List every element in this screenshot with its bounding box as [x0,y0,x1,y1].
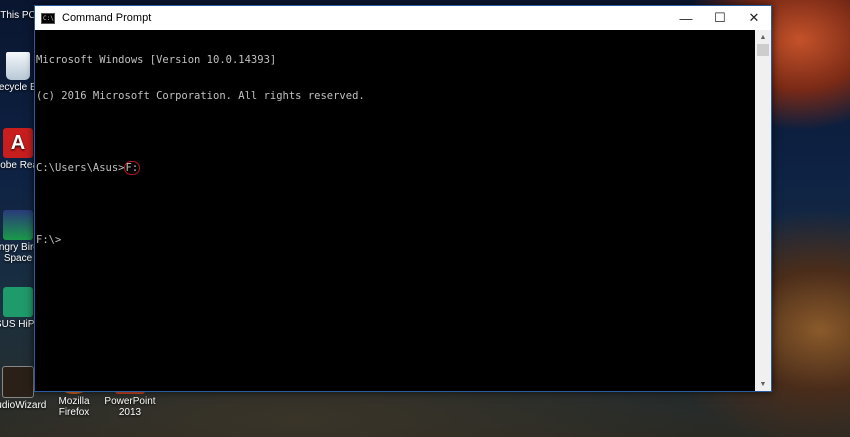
desktop-icon-label: Mozilla Firefox [58,396,90,418]
asus-hipost-icon [3,287,33,317]
window-title: Command Prompt [62,12,152,24]
recycle-bin-icon [6,52,30,80]
console-current-prompt[interactable]: F:\> [36,234,755,246]
audiowizard-icon [2,366,34,398]
scroll-up-arrow-icon[interactable]: ▲ [755,30,771,44]
console-command-highlighted: F: [123,161,141,175]
console-line: Microsoft Windows [Version 10.0.14393] [36,54,277,66]
desktop-icon-label: PowerPoint 2013 [104,396,156,418]
command-prompt-window[interactable]: C:\ Command Prompt — ☐ ✕ Microsoft Windo… [34,5,772,392]
close-button[interactable]: ✕ [737,6,771,30]
vertical-scrollbar[interactable]: ▲ ▼ [755,30,771,391]
console-prompt: C:\Users\Asus> [36,162,125,174]
adobe-reader-icon: A [3,128,33,158]
command-prompt-icon: C:\ [41,12,55,24]
scrollbar-thumb[interactable] [757,44,769,56]
console-line: C:\Users\Asus>F: [36,161,755,175]
scroll-down-arrow-icon[interactable]: ▼ [755,377,771,391]
console-line: (c) 2016 Microsoft Corporation. All righ… [36,90,365,102]
minimize-button[interactable]: — [669,6,703,30]
angry-birds-icon [3,210,33,240]
maximize-button[interactable]: ☐ [703,6,737,30]
console-output[interactable]: Microsoft Windows [Version 10.0.14393] (… [35,30,755,391]
desktop-icon-label: AudioWizard [0,400,47,411]
title-bar[interactable]: C:\ Command Prompt — ☐ ✕ [35,6,771,30]
